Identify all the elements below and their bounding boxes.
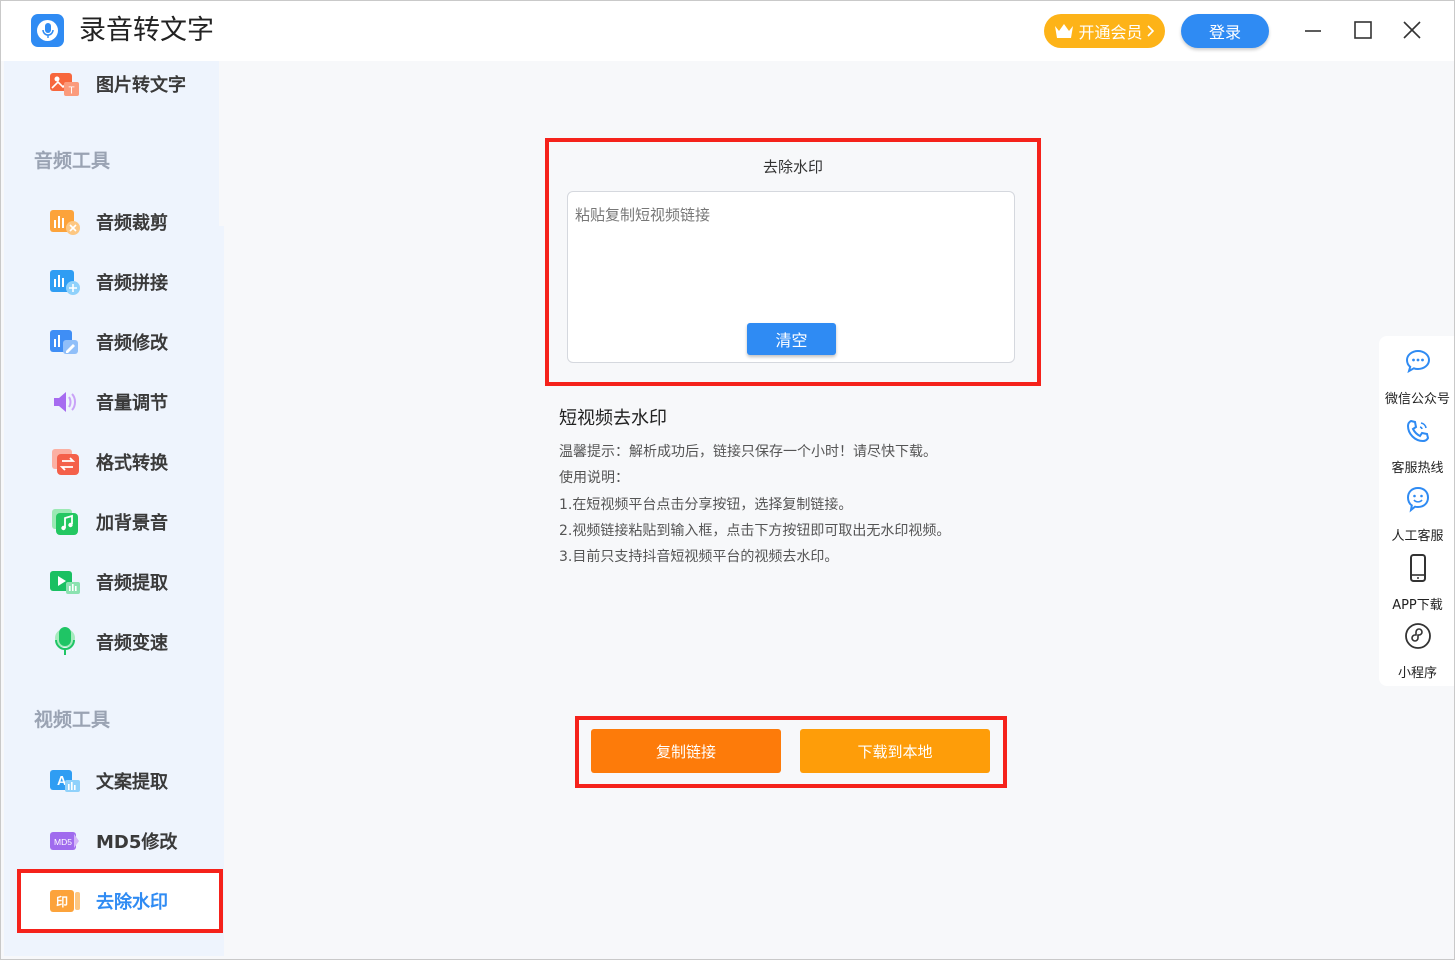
vip-label: 开通会员: [1078, 23, 1143, 42]
chevron-right-icon: [1146, 25, 1154, 37]
right-bar-label: 人工客服: [1391, 529, 1444, 544]
sidebar-item-label: 加背景音: [96, 513, 168, 534]
sidebar-scrollbar[interactable]: [219, 226, 224, 956]
wechat-official-button[interactable]: 微信公众号: [1379, 348, 1454, 416]
phone-icon: [1406, 419, 1430, 443]
mini-program-icon: [1405, 623, 1431, 649]
sidebar-item-text-extract[interactable]: A 文案提取: [4, 751, 219, 811]
sidebar-item-format-convert[interactable]: 格式转换: [4, 432, 219, 492]
customer-service-button[interactable]: 人工客服: [1379, 485, 1454, 553]
hotline-button[interactable]: 客服热线: [1379, 417, 1454, 485]
copy-link-button[interactable]: 复制链接: [591, 729, 781, 773]
right-bar-label: 客服热线: [1391, 461, 1444, 476]
login-button[interactable]: 登录: [1181, 14, 1269, 48]
info-title: 短视频去水印: [559, 408, 667, 429]
sidebar-item-image-to-text[interactable]: T 图片转文字: [4, 54, 219, 114]
background-music-icon: [52, 509, 78, 535]
sidebar-item-audio-edit[interactable]: 音频修改: [4, 312, 219, 372]
wechat-icon: [1405, 349, 1431, 374]
right-bar-label: 小程序: [1397, 666, 1437, 681]
tip-text: 温馨提示：解析成功后，链接只保存一个小时！请尽快下载。: [559, 444, 937, 460]
usage-step-1: 1.在短视频平台点击分享按钮，选择复制链接。: [559, 497, 853, 513]
sidebar-item-label: 音量调节: [96, 393, 168, 414]
watermark-icon: 印: [50, 890, 80, 912]
sidebar-item-audio-cut[interactable]: 音频裁剪: [4, 192, 219, 252]
sidebar-item-label: MD5修改: [96, 832, 178, 853]
sidebar-item-label: 音频修改: [96, 333, 168, 354]
right-bar-label: APP下载: [1392, 598, 1443, 613]
sidebar-item-label: 去除水印: [96, 892, 168, 913]
minimize-icon[interactable]: [1299, 16, 1327, 44]
action-buttons-group: 复制链接 下载到本地: [575, 716, 1007, 788]
sidebar-item-label: 文案提取: [96, 772, 168, 793]
audio-cut-icon: [50, 210, 80, 235]
title-bar: 录音转文字 开通会员 登录: [1, 1, 1454, 61]
watermark-panel: 去除水印 清空: [545, 138, 1041, 386]
sidebar-item-audio-extract[interactable]: 音频提取: [4, 552, 219, 612]
usage-step-2: 2.视频链接粘贴到输入框，点击下方按钮即可取出无水印视频。: [559, 523, 951, 539]
crown-icon: [1055, 24, 1074, 38]
format-convert-icon: [52, 449, 79, 475]
sidebar-item-label: 音频变速: [96, 633, 168, 654]
sidebar-item-audio-speed[interactable]: 音频变速: [4, 612, 219, 672]
audio-tools-heading: 音频工具: [34, 150, 111, 172]
sidebar-item-label: 格式转换: [96, 453, 168, 474]
maximize-icon[interactable]: [1349, 16, 1377, 44]
download-local-button[interactable]: 下载到本地: [800, 729, 990, 773]
app-window: 录音转文字 开通会员 登录 T 图片转文字 音频工具 音频裁剪 音频拼接 音频修…: [0, 0, 1455, 960]
svg-text:T: T: [68, 86, 74, 97]
vip-button[interactable]: 开通会员: [1044, 14, 1165, 48]
app-title: 录音转文字: [79, 15, 214, 46]
md5-badge-text: MD5: [54, 837, 72, 847]
close-icon[interactable]: [1398, 16, 1426, 44]
app-download-button[interactable]: APP下载: [1379, 554, 1454, 622]
right-bar-label: 微信公众号: [1384, 392, 1450, 407]
customer-service-icon: [1406, 486, 1430, 513]
sidebar-item-audio-merge[interactable]: 音频拼接: [4, 252, 219, 312]
right-floating-bar: 微信公众号 客服热线 人工客服 APP下载 小程序: [1379, 336, 1454, 686]
mini-program-button[interactable]: 小程序: [1379, 622, 1454, 690]
sidebar-item-watermark[interactable]: 印 去除水印: [4, 871, 219, 931]
sidebar-item-background-music[interactable]: 加背景音: [4, 492, 219, 552]
mobile-icon: [1410, 554, 1426, 582]
sidebar-item-md5[interactable]: MD5 MD5修改: [4, 811, 219, 871]
audio-speed-icon: [55, 627, 75, 655]
panel-title: 去除水印: [762, 158, 823, 176]
audio-edit-icon: [50, 330, 78, 354]
audio-extract-icon: [50, 571, 80, 594]
sidebar-item-label: 图片转文字: [96, 75, 186, 96]
sidebar: T 图片转文字 音频工具 音频裁剪 音频拼接 音频修改 音量调节 格式转换 加背…: [4, 61, 219, 956]
image-to-text-icon: T: [50, 73, 79, 97]
sidebar-item-label: 音频提取: [96, 573, 168, 594]
sidebar-item-volume[interactable]: 音量调节: [4, 372, 219, 432]
usage-heading: 使用说明：: [559, 470, 629, 486]
app-logo-icon: [31, 14, 64, 47]
video-tools-heading: 视频工具: [34, 709, 111, 731]
clear-button[interactable]: 清空: [747, 323, 836, 355]
audio-merge-icon: [50, 270, 80, 295]
sidebar-item-label: 音频拼接: [96, 273, 168, 294]
volume-icon: [54, 392, 76, 412]
sidebar-item-label: 音频裁剪: [96, 213, 168, 234]
md5-icon: MD5: [50, 832, 79, 850]
usage-step-3: 3.目前只支持抖音短视频平台的视频去水印。: [559, 549, 839, 565]
text-extract-icon: A: [50, 770, 80, 792]
watermark-badge-text: 印: [56, 895, 68, 909]
